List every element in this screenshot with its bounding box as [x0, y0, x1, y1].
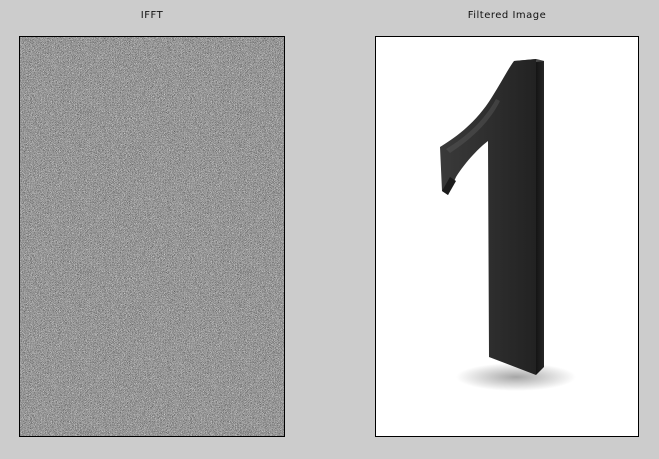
numeral-stem-side	[536, 59, 544, 375]
noise-fill	[20, 37, 284, 436]
numeral-one-image	[376, 37, 638, 436]
ifft-axes	[19, 36, 285, 437]
ifft-noise-image	[20, 37, 284, 436]
figure-window: IFFT Filtered Image	[0, 0, 659, 459]
filtered-image-axes	[375, 36, 639, 437]
filtered-image-title: Filtered Image	[467, 10, 547, 21]
ifft-title: IFFT	[140, 10, 164, 21]
